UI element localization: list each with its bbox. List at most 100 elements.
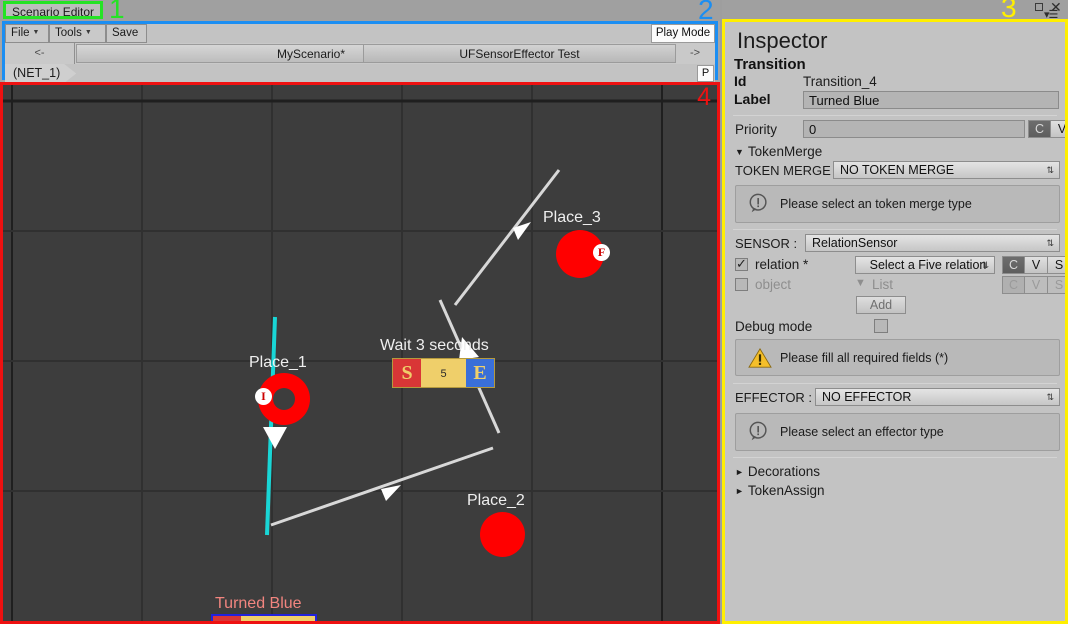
token-merge-dropdown[interactable]: NO TOKEN MERGE ⇅ [833,161,1060,179]
relation-label: relation * [755,257,809,272]
object-constant-button: C [1002,276,1025,294]
id-label: Id [734,73,747,89]
relation-checkbox[interactable] [735,256,748,271]
divider [733,229,1057,230]
debug-mode-checkbox[interactable] [874,319,888,333]
effector-helpbox: Please select an effector type [735,413,1060,451]
priority-label: Priority [735,122,778,137]
scenario-test-button[interactable]: UFSensorEffector Test [363,44,676,63]
token-merge-help-text: Please select an token merge type [780,197,972,211]
effector-value: NO EFFECTOR [822,390,912,404]
place-badge-initial: I [255,388,272,405]
transition-start-segment: S [393,359,421,387]
sensor-dropdown[interactable]: RelationSensor ⇅ [805,234,1060,252]
relation-value: Select a Five relation [869,258,987,272]
transition-node-wait[interactable]: S 5 E [392,358,495,388]
info-icon [749,421,767,441]
foldout-tokenmerge[interactable]: ▼ TokenMerge [725,142,1065,159]
object-cvs-toggle: C V S [1002,276,1065,294]
menu-save[interactable]: Save [106,24,147,43]
object-checkbox[interactable] [735,278,748,291]
token-merge-value: NO TOKEN MERGE [840,163,955,177]
priority-variable-button[interactable]: V [1051,120,1065,138]
token-merge-helpbox: Please select an token merge type [735,185,1060,223]
effector-help-text: Please select an effector type [780,425,944,439]
foldout-decorations[interactable]: ► Decorations [725,462,1065,479]
section-title-transition: Transition [734,56,806,73]
transition-duration-value [241,616,315,621]
menu-bar: File ▼ Tools ▼ Save Play Mode [5,24,715,43]
effector-label: EFFECTOR : [735,390,813,405]
chevron-down-icon: ▼ [84,29,92,36]
foldout-decorations-label: Decorations [747,464,820,479]
breadcrumb-row: (NET_1) P [5,64,715,83]
chevron-updown-icon: ⇅ [1046,165,1054,175]
debug-mode-label: Debug mode [735,319,813,334]
sensor-label: SENSOR : [735,236,798,251]
inspector-titlebar: 3 ✕ ▾☰ [722,0,1068,22]
menu-tools[interactable]: Tools ▼ [49,24,106,43]
relation-dropdown[interactable]: Select a Five relation ⇅ [855,256,995,274]
add-button[interactable]: Add [856,296,906,314]
relation-sensor-button[interactable]: S [1048,256,1065,274]
inspector-content: Inspector Transition Id Transition_4 Lab… [725,22,1065,621]
foldout-tokenassign-label: TokenAssign [747,483,825,498]
object-variable-button: V [1025,276,1048,294]
edge-arrow-place1-to-turned [263,427,287,449]
chevron-updown-icon: ⇅ [981,260,989,270]
object-value: List [872,277,894,292]
tab-scenario-editor[interactable]: Scenario Editor [3,1,104,19]
foldout-tokenassign[interactable]: ► TokenAssign [725,479,1065,498]
relation-constant-button[interactable]: C [1002,256,1025,274]
page-title: Inspector [737,28,828,53]
triangle-right-icon: ► [735,467,744,477]
menu-file[interactable]: File ▼ [5,24,49,43]
transition-node-turned-blue[interactable]: S [211,614,317,621]
place-node-place2[interactable] [480,512,525,557]
foldout-tokenmerge-label: TokenMerge [747,144,823,159]
relation-cvs-toggle[interactable]: C V S [1002,256,1065,274]
info-icon [749,193,767,213]
required-fields-helpbox: Please fill all required fields (*) [735,339,1060,376]
priority-input[interactable] [803,120,1025,138]
maximize-icon[interactable] [1035,3,1043,11]
scenario-editor-window: Scenario Editor 1 2 File ▼ Tools ▼ Save Pl… [0,0,720,624]
token-merge-label: TOKEN MERGE : [735,163,839,178]
edge-place1-to-turned-selected [265,316,277,536]
menu-save-label: Save [112,27,139,39]
chevron-updown-icon: ⇅ [1046,238,1054,248]
divider [733,383,1057,384]
warning-icon [748,347,772,368]
transition-start-segment: S [213,616,241,621]
divider [733,115,1057,116]
sensor-value: RelationSensor [812,236,898,250]
transition-end-segment: E [466,359,494,387]
annotation-marker-1: 1 [109,0,125,24]
panel-p-button[interactable]: P [697,65,714,82]
scenario-next-button[interactable]: -> [675,43,715,64]
label-input[interactable] [803,91,1059,109]
place-badge-final: F [593,244,610,261]
inspector-window: 3 ✕ ▾☰ Inspector Transition Id Transitio… [722,0,1068,624]
chevron-down-icon: ▼ [32,29,40,36]
priority-constant-button[interactable]: C [1028,120,1051,138]
effector-dropdown[interactable]: NO EFFECTOR ⇅ [815,388,1060,406]
play-mode-button[interactable]: Play Mode [651,24,715,43]
scenario-selector-row: <- MyScenario* UFSensorEffector Test -> [5,43,715,64]
graph-edges [263,169,561,536]
breadcrumb-net-1[interactable]: (NET_1) [5,64,76,83]
scenario-prev-button[interactable]: <- [5,43,75,64]
priority-cv-toggle[interactable]: C V [1028,120,1065,138]
edge-arrow-turned-to-place2 [381,485,401,501]
chevron-updown-icon: ⇅ [1046,392,1054,402]
triangle-down-icon: ▼ [735,147,744,157]
object-label: object [755,277,792,292]
triangle-right-icon: ► [735,486,744,496]
required-fields-text: Please fill all required fields (*) [780,350,949,365]
menu-tools-label: Tools [55,27,82,39]
relation-variable-button[interactable]: V [1025,256,1048,274]
object-sensor-button: S [1048,276,1065,294]
petri-net-canvas[interactable]: Place_3 F Wait 3 seconds S 5 E Place_1 I… [0,82,720,624]
edge-arrow-place2-to-wait [459,337,479,360]
id-value: Transition_4 [803,74,877,89]
